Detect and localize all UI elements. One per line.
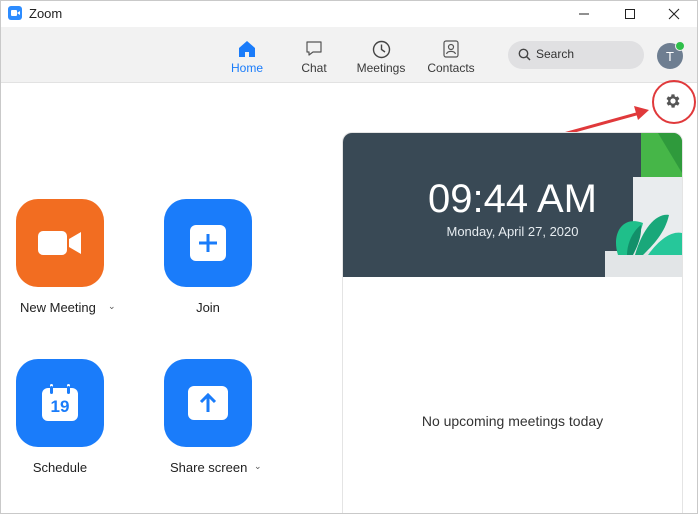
presence-dot — [675, 41, 685, 51]
tab-meetings[interactable]: Meetings — [351, 27, 411, 82]
share-screen-label: Share screen — [170, 460, 248, 475]
current-date: Monday, April 27, 2020 — [446, 224, 579, 239]
minimize-button[interactable] — [561, 1, 607, 27]
title-bar: Zoom — [1, 1, 697, 27]
current-time: 09:44 AM — [427, 177, 597, 221]
tab-chat[interactable]: Chat — [292, 27, 336, 82]
tab-label: Home — [230, 61, 263, 75]
schedule-button[interactable]: 19 — [16, 359, 104, 447]
zoom-window: Zoom Home Chat Meetings Contacts Search … — [0, 0, 698, 514]
video-camera-icon — [38, 231, 81, 255]
schedule-label: Schedule — [32, 460, 88, 475]
clock-banner: 09:44 AM Monday, April 27, 2020 — [343, 133, 682, 277]
top-nav: Home Chat Meetings Contacts Search T — [1, 27, 697, 83]
home-icon — [238, 39, 256, 59]
close-icon — [668, 8, 680, 20]
tab-label: Chat — [301, 61, 327, 75]
search-placeholder: Search — [536, 47, 575, 61]
tab-contacts[interactable]: Contacts — [421, 27, 481, 82]
window-title: Zoom — [29, 6, 63, 21]
new-meeting-button[interactable] — [16, 199, 104, 287]
maximize-button[interactable] — [607, 1, 653, 27]
join-label: Join — [196, 300, 220, 315]
minimize-icon — [579, 13, 589, 15]
chat-icon — [305, 39, 323, 59]
new-meeting-label: New Meeting — [20, 300, 96, 315]
close-button[interactable] — [651, 1, 697, 27]
join-button[interactable] — [164, 199, 252, 287]
new-meeting-chevron-down-icon[interactable]: ⌄ — [108, 301, 116, 312]
no-meetings-text: No upcoming meetings today — [421, 413, 604, 429]
share-screen-chevron-down-icon[interactable]: ⌄ — [254, 461, 262, 472]
contacts-icon — [443, 39, 459, 59]
calendar-day: 19 — [50, 397, 70, 416]
upcoming-meetings-panel: 09:44 AM Monday, April 27, 2020 No upcom… — [342, 132, 683, 513]
tab-home[interactable]: Home — [225, 27, 269, 82]
zoom-logo-icon — [8, 6, 22, 20]
tab-label: Contacts — [427, 61, 475, 75]
share-screen-button[interactable] — [164, 359, 252, 447]
search-input[interactable]: Search — [508, 41, 644, 69]
tab-label: Meetings — [356, 61, 406, 75]
share-screen-icon — [188, 386, 228, 420]
settings-highlight-circle — [652, 80, 696, 124]
calendar-icon: 19 — [41, 384, 79, 422]
plus-icon — [190, 225, 226, 261]
search-icon — [518, 48, 531, 61]
clock-icon — [372, 39, 391, 59]
maximize-icon — [625, 9, 635, 19]
